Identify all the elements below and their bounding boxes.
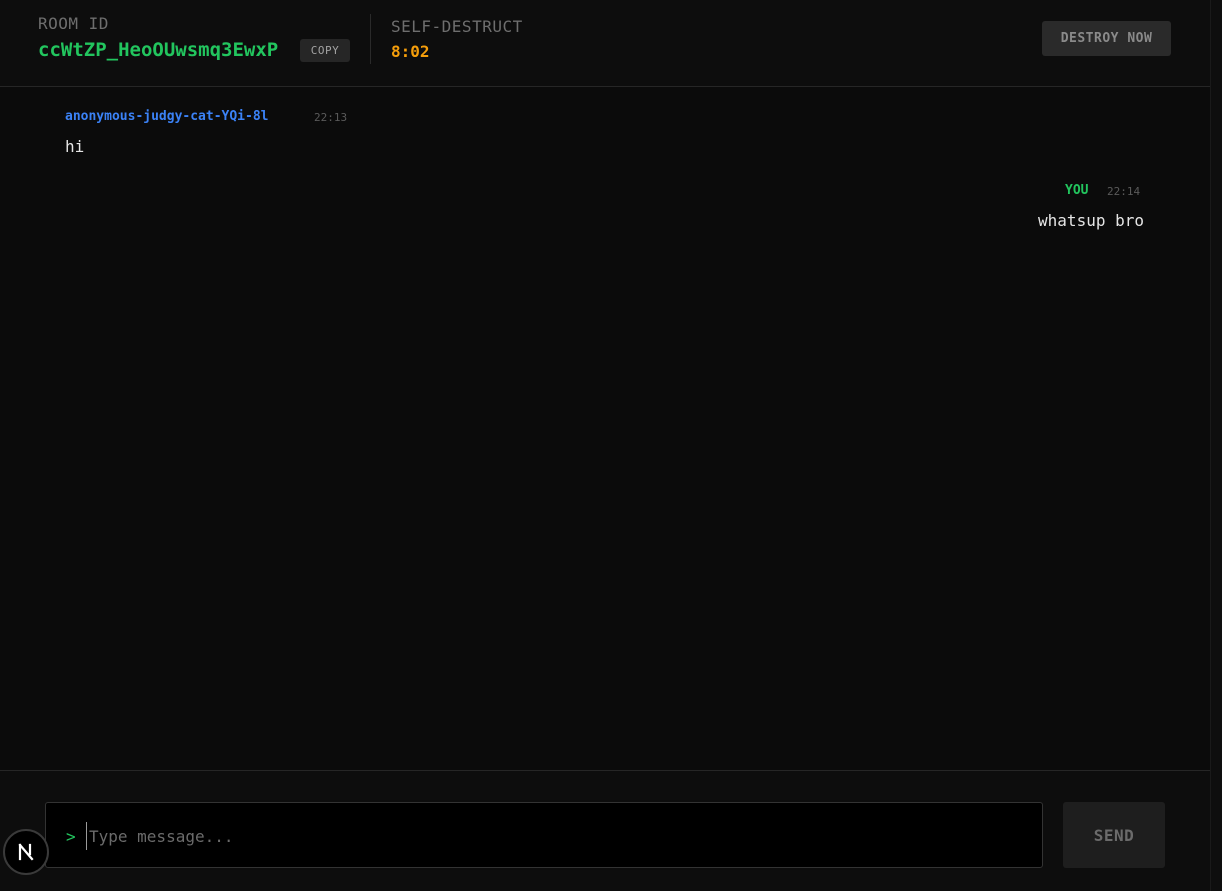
copy-room-id-button[interactable]: COPY [300, 39, 350, 62]
message-timestamp: 22:14 [1107, 185, 1141, 198]
prompt-symbol: > [66, 827, 76, 846]
message-sender: YOU [1065, 183, 1089, 198]
message-list: anonymous-judgy-cat-YQi-8l 22:13 hi YOU … [0, 88, 1210, 770]
message-input-container[interactable]: > [45, 802, 1043, 868]
room-id-value: ccWtZP_HeoOUwsmq3EwxP [38, 39, 279, 61]
message-input[interactable] [86, 822, 1026, 850]
message-sender: anonymous-judgy-cat-YQi-8l [65, 109, 269, 124]
next-logo-icon[interactable] [3, 829, 49, 875]
room-header: ROOM ID ccWtZP_HeoOUwsmq3EwxP COPY SELF-… [0, 0, 1210, 87]
message-text: hi [65, 137, 85, 156]
message-timestamp: 22:13 [314, 111, 348, 124]
message-text: whatsup bro [1038, 211, 1144, 230]
next-n-icon [18, 843, 34, 861]
send-button[interactable]: SEND [1063, 802, 1165, 868]
room-id-label: ROOM ID [38, 14, 109, 33]
self-destruct-timer: 8:02 [391, 42, 430, 61]
header-divider [370, 14, 371, 64]
scrollbar[interactable] [1210, 0, 1222, 891]
message-composer: > SEND [0, 770, 1210, 891]
self-destruct-label: SELF-DESTRUCT [391, 17, 523, 36]
destroy-now-button[interactable]: DESTROY NOW [1042, 21, 1171, 56]
chat-app: ROOM ID ccWtZP_HeoOUwsmq3EwxP COPY SELF-… [0, 0, 1222, 891]
